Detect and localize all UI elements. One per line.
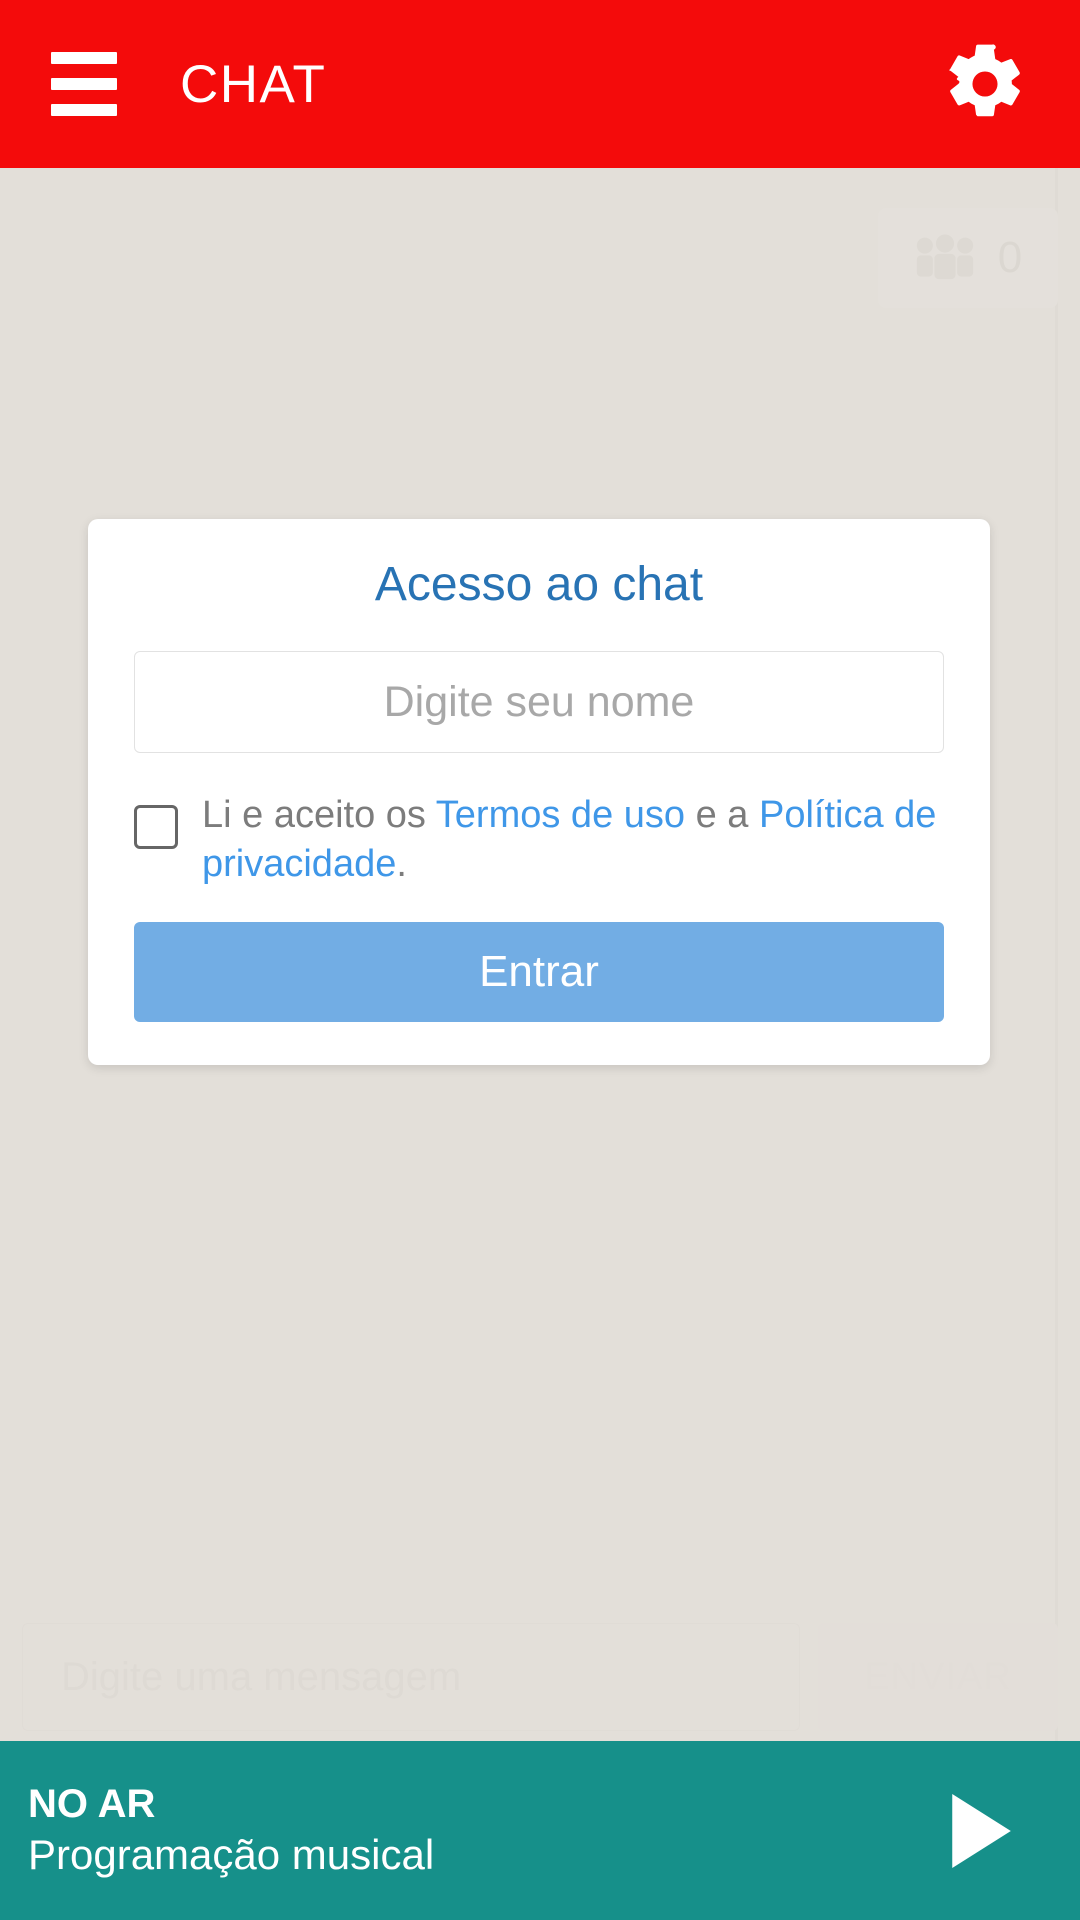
enter-chat-button[interactable]: Entrar (134, 922, 944, 1023)
terms-middle: e a (685, 794, 759, 836)
modal-title: Acesso ao chat (374, 558, 704, 611)
current-program-title: Programação musical (28, 1831, 435, 1879)
hamburger-bar (51, 104, 117, 116)
radio-player-bar: NO AR Programação musical (0, 1741, 1080, 1920)
chat-app-screen: CHAT 0 Digite uma mensage (0, 0, 1080, 1920)
terms-text: Li e aceito os Termos de uso e a Polític… (202, 791, 944, 888)
terms-suffix: . (396, 842, 407, 885)
app-header: CHAT (0, 0, 1080, 168)
name-input[interactable]: Digite seu nome (134, 651, 944, 753)
terms-checkbox[interactable] (134, 805, 178, 849)
gear-icon[interactable] (942, 41, 1028, 127)
play-button[interactable] (932, 1783, 1028, 1879)
chat-access-modal: Acesso ao chat Digite seu nome Li e acei… (88, 519, 990, 1065)
hamburger-menu-icon[interactable] (51, 52, 117, 116)
player-info: NO AR Programação musical (28, 1782, 434, 1878)
page-title: CHAT (180, 54, 327, 114)
terms-of-use-link[interactable]: Termos de uso (436, 794, 685, 836)
hamburger-bar (51, 78, 117, 90)
hamburger-bar (51, 52, 117, 64)
terms-prefix: Li e aceito os (202, 794, 436, 836)
live-status-label: NO AR (28, 1782, 156, 1827)
terms-acceptance-row: Li e aceito os Termos de uso e a Polític… (134, 791, 944, 888)
